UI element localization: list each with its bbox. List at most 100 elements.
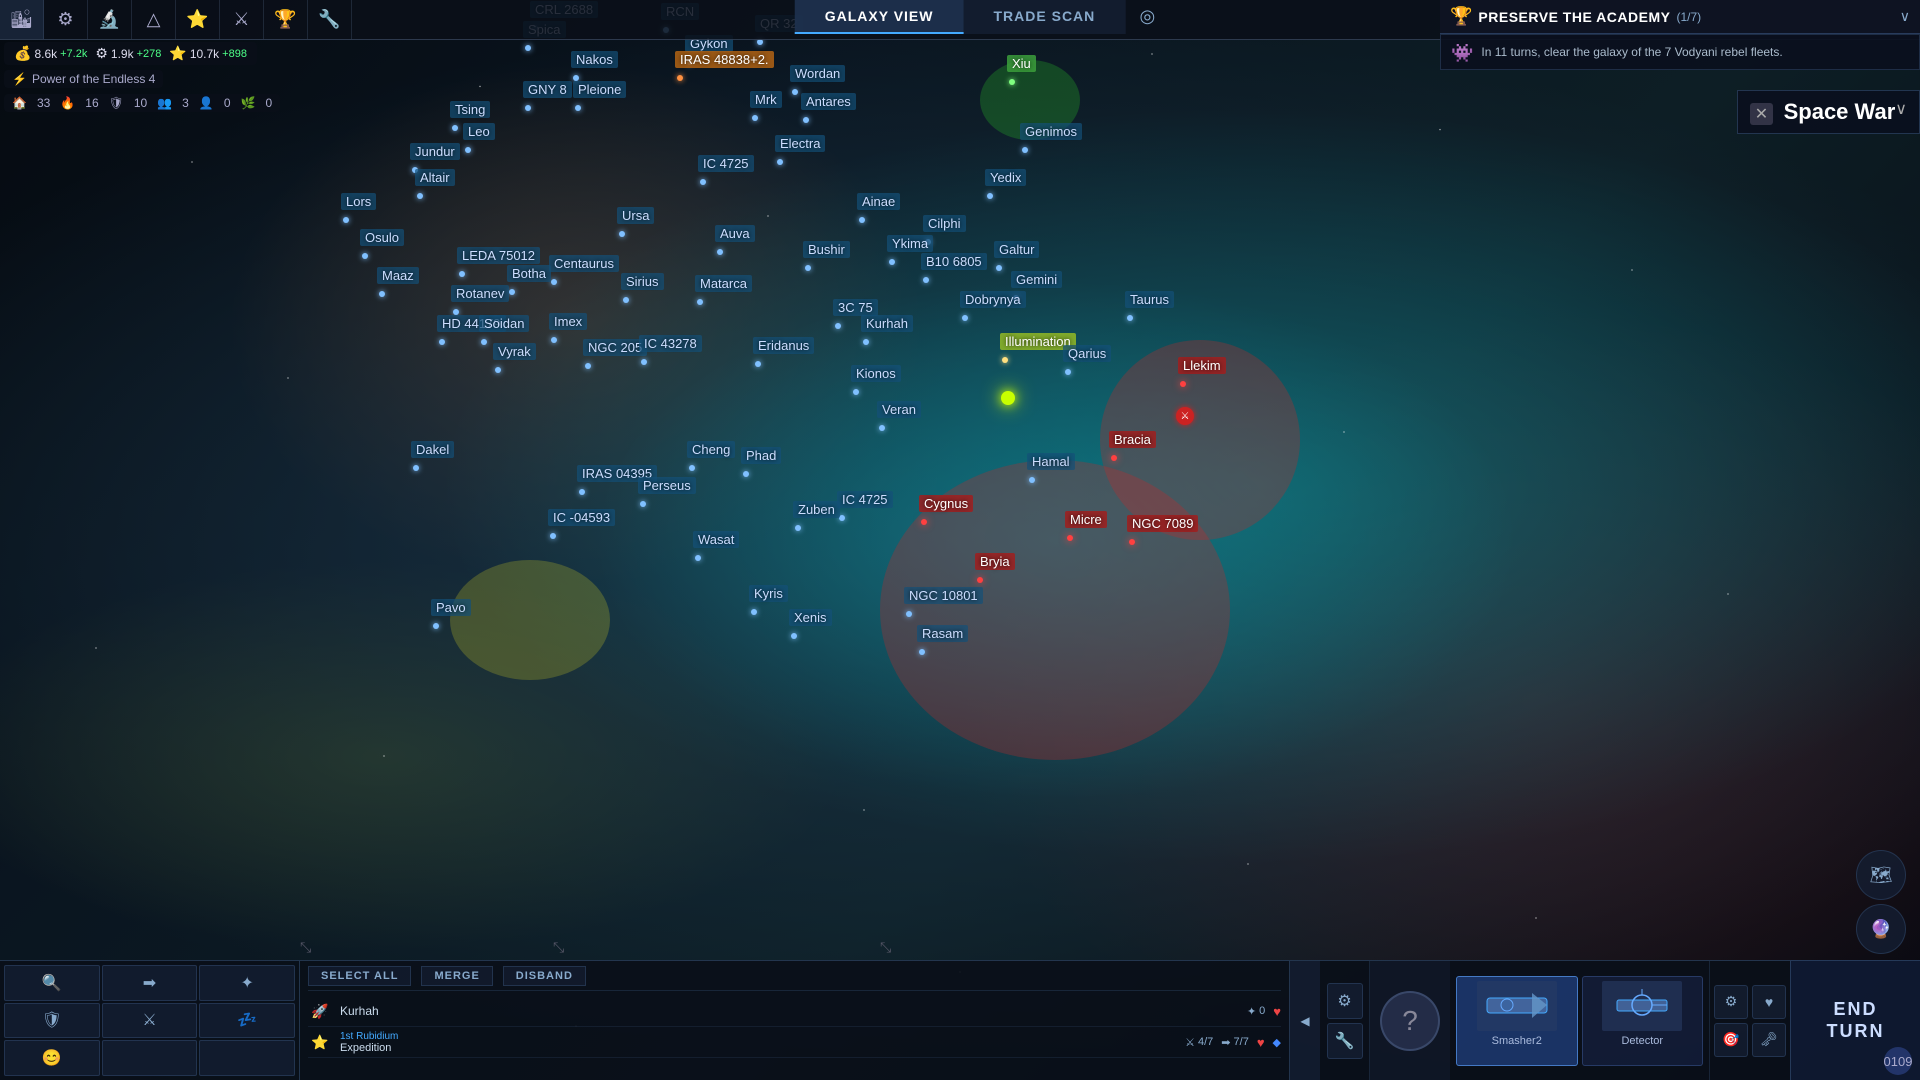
select-all-button[interactable]: SELECT ALL [308,966,411,986]
disband-button[interactable]: DISBAND [503,966,586,986]
fleet-jump-button[interactable]: ✦ [199,965,295,1001]
star-label-galtur[interactable]: Galtur [994,241,1039,258]
star-label-matarca[interactable]: Matarca [695,275,752,292]
star-label-xiu[interactable]: Xiu [1007,55,1036,72]
star-label-jundur[interactable]: Jundur [410,143,460,160]
star-label-imex[interactable]: Imex [549,313,587,330]
star-label-phad[interactable]: Phad [741,447,781,464]
space-war-close-button[interactable]: ✕ [1750,103,1773,125]
star-label-bracia[interactable]: Bracia [1109,431,1156,448]
star-label-altair[interactable]: Altair [415,169,455,186]
star-label-veran[interactable]: Veran [877,401,921,418]
nav-star[interactable]: ⭐ [176,0,220,39]
nav-cities[interactable]: 🏙 [0,0,44,39]
nav-settings[interactable]: ⚙ [44,0,88,39]
star-label-cheng[interactable]: Cheng [687,441,735,458]
quest-expand-button[interactable]: ∨ [1900,8,1910,25]
minimap-button-2[interactable]: 🔮 [1856,904,1906,954]
trade-scan-icon[interactable]: ◎ [1140,6,1156,27]
star-label-soidan[interactable]: Soidan [479,315,529,332]
galaxy-view-button[interactable]: GALAXY VIEW [795,0,964,34]
star-label-tsing[interactable]: Tsing [450,101,490,118]
star-label-kyris[interactable]: Kyris [749,585,788,602]
nav-research[interactable]: 🔬 [88,0,132,39]
ship-action-key[interactable]: 🗝 [1752,1023,1786,1057]
ship-card-smasher2[interactable]: Smasher2 [1456,976,1578,1066]
minimap-button-1[interactable]: 🗺 [1856,850,1906,900]
fleet-defend-button[interactable]: 🛡 [4,1003,100,1039]
star-label-sirius[interactable]: Sirius [621,273,664,290]
ship-scan-button[interactable]: 🔧 [1327,1023,1363,1059]
star-label-lors[interactable]: Lors [341,193,376,210]
star-label-zuben[interactable]: Zuben [793,501,840,518]
star-label-ainae[interactable]: Ainae [857,193,900,210]
star-label-osulo[interactable]: Osulo [360,229,404,246]
ship-card-detector[interactable]: Detector [1582,976,1704,1066]
star-label-ic43278[interactable]: IC 43278 [639,335,702,352]
star-label-leda75012[interactable]: LEDA 75012 [457,247,540,264]
star-label-vyrak[interactable]: Vyrak [493,343,536,360]
star-label-ngc205[interactable]: NGC 205 [583,339,647,356]
star-label-rotanev[interactable]: Rotanev [451,285,509,302]
nav-sword[interactable]: ⚔ [220,0,264,39]
star-label-rasam[interactable]: Rasam [917,625,968,642]
star-label-genimos[interactable]: Genimos [1020,123,1082,140]
fleet-row-expedition[interactable]: ⭐ 1st Rubidium Expedition ⚔ 4/7 ➡ 7/7 ♥ … [308,1027,1281,1058]
star-label-3c75[interactable]: 3C 75 [833,299,878,316]
fleet-diplomacy-button[interactable]: 😊 [4,1040,100,1076]
ship-action-target[interactable]: 🎯 [1714,1023,1748,1057]
ship-action-repair[interactable]: ⚙ [1714,985,1748,1019]
trade-scan-button[interactable]: TRADE SCAN [963,0,1125,34]
star-label-taurus[interactable]: Taurus [1125,291,1174,308]
star-label-xenis[interactable]: Xenis [789,609,832,626]
star-label-micre[interactable]: Micre [1065,511,1107,528]
star-label-ic4725_top[interactable]: IC 4725 [698,155,754,172]
star-label-kurhah[interactable]: Kurhah [861,315,913,332]
star-label-ic04593[interactable]: IC -04593 [548,509,615,526]
ship-nav-left[interactable]: ◀ [1290,961,1320,1080]
fleet-row-kurhah[interactable]: 🚀 Kurhah ✦ 0 ♥ [308,996,1281,1027]
expand-arrow-right[interactable]: ⤡ [880,939,891,956]
star-label-nakos[interactable]: Nakos [571,51,618,68]
ship-action-heart[interactable]: ♥ [1752,985,1786,1019]
expand-arrow-left[interactable]: ⤡ [300,939,311,956]
star-label-pleione[interactable]: Pleione [573,81,626,98]
star-label-ic4725_mid[interactable]: IC 4725 [837,491,893,508]
star-label-antares[interactable]: Antares [801,93,856,110]
star-label-bushir[interactable]: Bushir [803,241,850,258]
nav-triangle[interactable]: △ [132,0,176,39]
star-label-perseus[interactable]: Perseus [638,477,696,494]
star-label-yedix[interactable]: Yedix [985,169,1026,186]
star-label-ngc7089[interactable]: NGC 7089 [1127,515,1198,532]
star-label-kionos[interactable]: Kionos [851,365,901,382]
star-label-maaz[interactable]: Maaz [377,267,419,284]
ship-settings-button[interactable]: ⚙ [1327,983,1363,1019]
end-turn-button[interactable]: ENDTURN 0109 [1790,960,1920,1080]
fleet-sleep-button[interactable]: 💤 [199,1003,295,1039]
star-label-ursa[interactable]: Ursa [617,207,654,224]
star-label-dakel[interactable]: Dakel [411,441,454,458]
space-war-expand-icon[interactable]: ∨ [1895,99,1907,119]
fleet-move-button[interactable]: ➡ [102,965,198,1001]
expand-arrow-mid[interactable]: ⤡ [553,939,564,956]
star-label-ngc10801[interactable]: NGC 10801 [904,587,983,604]
star-label-auva[interactable]: Auva [715,225,755,242]
fleet-scan-button[interactable]: 🔍 [4,965,100,1001]
star-label-qarius[interactable]: Qarius [1063,345,1111,362]
star-label-centaurus[interactable]: Centaurus [549,255,619,272]
nav-trophy[interactable]: 🏆 [264,0,308,39]
star-label-pavo[interactable]: Pavo [431,599,471,616]
star-label-mrk[interactable]: Mrk [750,91,782,108]
fleet-attack-button[interactable]: ⚔ [102,1003,198,1039]
star-label-wordan[interactable]: Wordan [790,65,845,82]
star-label-bryia[interactable]: Bryia [975,553,1015,570]
star-label-hamal[interactable]: Hamal [1027,453,1075,470]
star-label-botha[interactable]: Botha [507,265,551,282]
star-label-llekim[interactable]: Llekim [1178,357,1226,374]
star-label-iras48838[interactable]: IRAS 48838+2. [675,51,774,68]
merge-button[interactable]: MERGE [421,966,492,986]
star-label-wasat[interactable]: Wasat [693,531,739,548]
star-label-b106805[interactable]: B10 6805 [921,253,987,270]
star-label-eridanus[interactable]: Eridanus [753,337,814,354]
star-label-cygnus[interactable]: Cygnus [919,495,973,512]
